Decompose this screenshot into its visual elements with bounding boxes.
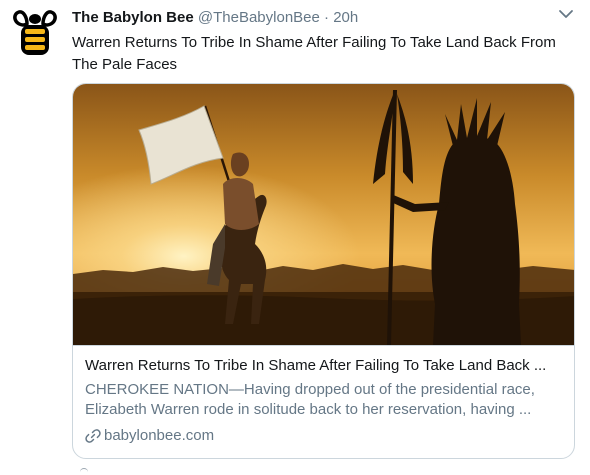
separator-dot: ·	[324, 9, 330, 26]
link-icon	[85, 429, 101, 443]
card-title[interactable]: Warren Returns To Tribe In Shame After F…	[85, 356, 564, 376]
chevron-down-icon[interactable]	[556, 4, 576, 24]
card-image[interactable]	[73, 84, 575, 345]
tweet-text: Warren Returns To Tribe In Shame After F…	[72, 34, 556, 73]
bee-logo-icon[interactable]	[10, 8, 60, 58]
card-domain[interactable]: babylonbee.com	[104, 426, 214, 446]
display-name[interactable]: The Babylon Bee	[72, 9, 194, 26]
reply-icon-partial[interactable]	[80, 468, 88, 475]
card-description: CHEROKEE NATION—Having dropped out of th…	[85, 381, 535, 418]
tweet-header: The Babylon Bee @TheBabylonBee · 20h	[72, 8, 570, 28]
card-domain-link[interactable]: babylonbee.com	[85, 426, 564, 446]
link-card[interactable]: Warren Returns To Tribe In Shame After F…	[72, 83, 575, 459]
card-body[interactable]: Warren Returns To Tribe In Shame After F…	[73, 345, 574, 458]
user-handle[interactable]: @TheBabylonBee	[198, 9, 320, 26]
timestamp[interactable]: 20h	[333, 9, 358, 26]
